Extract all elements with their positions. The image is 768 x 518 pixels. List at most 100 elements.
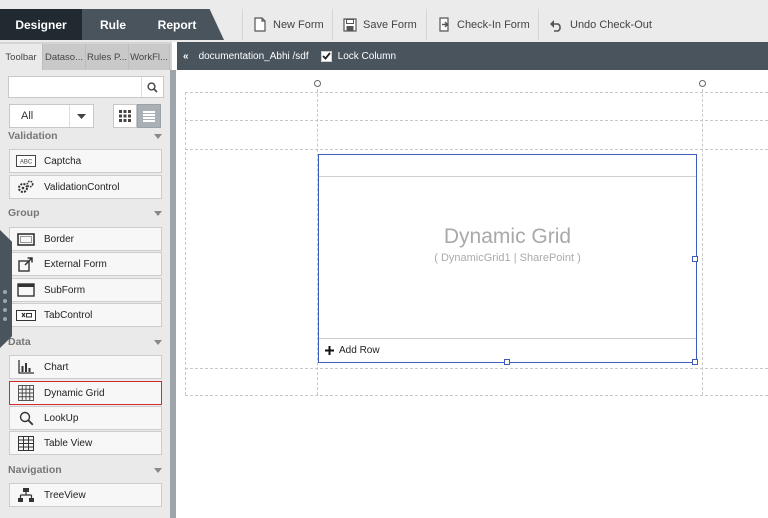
toolbox-item-dynamic-grid[interactable]: Dynamic Grid xyxy=(9,381,162,405)
search-icon xyxy=(147,81,158,93)
section-navigation-label: Navigation xyxy=(8,464,62,476)
collapse-arrow-icon xyxy=(154,210,162,216)
tab-control-icon xyxy=(16,307,36,323)
new-document-icon xyxy=(254,17,266,32)
tab-workflow[interactable]: WorkFl... xyxy=(129,44,170,70)
toolbox-item-lookup[interactable]: LookUp xyxy=(9,406,162,430)
toolbox-item-captcha[interactable]: ABC Captcha xyxy=(9,149,162,173)
toolbox-item-validation-control[interactable]: ValidationControl xyxy=(9,175,162,199)
tab-toolbar[interactable]: Toolbar xyxy=(0,44,43,70)
column-line xyxy=(185,92,186,395)
section-data[interactable]: Data xyxy=(8,334,164,350)
undo-check-out-button[interactable]: Undo Check-Out xyxy=(538,9,662,40)
tab-designer[interactable]: Designer xyxy=(0,9,82,40)
dynamic-grid-header-row xyxy=(319,155,696,177)
checkmark-icon xyxy=(322,52,331,60)
toolbox-item-tabcontrol[interactable]: TabControl xyxy=(9,303,162,327)
section-data-label: Data xyxy=(8,336,31,348)
section-navigation[interactable]: Navigation xyxy=(8,462,164,478)
category-filter-select[interactable]: All xyxy=(9,104,94,128)
row-line xyxy=(185,92,768,93)
toolbox-item-label: LookUp xyxy=(44,412,79,424)
sidebar-collapse-handle[interactable] xyxy=(0,230,12,348)
toolbox-item-label: Chart xyxy=(44,361,69,373)
row-line xyxy=(185,149,768,150)
form-designer: Designer Rule Report New Form Save Form … xyxy=(0,0,768,518)
add-row-label: Add Row xyxy=(339,345,380,356)
save-form-label: Save Form xyxy=(363,18,417,31)
grid-icon xyxy=(16,385,36,401)
captcha-icon: ABC xyxy=(16,153,36,169)
canvas-header: « documentation_Abhi /sdf Lock Column xyxy=(177,42,768,70)
save-form-button[interactable]: Save Form xyxy=(332,9,427,40)
double-chevron-left-icon[interactable]: « xyxy=(183,51,189,62)
toolbox-item-label: Dynamic Grid xyxy=(44,387,105,399)
collapse-arrow-icon xyxy=(154,339,162,345)
column-resize-handle[interactable] xyxy=(699,80,706,87)
row-line xyxy=(185,395,768,396)
tab-rule[interactable]: Rule xyxy=(82,9,144,40)
toolbox-item-border[interactable]: Border xyxy=(9,227,162,251)
search-button[interactable] xyxy=(141,77,163,97)
collapse-arrow-icon xyxy=(154,133,162,139)
subform-icon xyxy=(16,282,36,298)
section-validation[interactable]: Validation xyxy=(8,128,164,144)
border-icon xyxy=(16,231,36,247)
save-icon xyxy=(343,17,357,32)
resize-handle-right[interactable] xyxy=(692,256,698,262)
gears-icon xyxy=(16,179,36,195)
sidebar-tabs: Toolbar Dataso... Rules P... WorkFl... xyxy=(0,42,172,70)
undo-check-out-label: Undo Check-Out xyxy=(570,18,652,31)
list-view-button[interactable] xyxy=(137,104,161,128)
check-in-form-button[interactable]: Check-In Form xyxy=(426,9,540,40)
dynamic-grid-control[interactable]: Dynamic Grid ( DynamicGrid1 | SharePoint… xyxy=(318,154,698,365)
new-form-button[interactable]: New Form xyxy=(242,9,334,40)
section-group[interactable]: Group xyxy=(8,205,164,221)
toolbox-item-label: Border xyxy=(44,233,75,245)
resize-handle-bottom[interactable] xyxy=(504,359,510,365)
tab-rules-panel[interactable]: Rules P... xyxy=(86,44,129,70)
toolbox-item-label: SubForm xyxy=(44,284,86,296)
dynamic-grid-title: Dynamic Grid xyxy=(443,225,572,248)
plus-icon xyxy=(325,346,334,355)
toolbox-item-chart[interactable]: Chart xyxy=(9,355,162,379)
tab-report[interactable]: Report xyxy=(144,9,224,40)
lock-column-checkbox[interactable] xyxy=(320,50,332,62)
section-group-label: Group xyxy=(8,207,40,219)
toolbox-item-table-view[interactable]: Table View xyxy=(9,431,162,455)
undo-icon xyxy=(550,19,561,32)
toolbox-item-subform[interactable]: SubForm xyxy=(9,278,162,302)
sidebar-scrollbar[interactable] xyxy=(170,70,176,518)
toolbox-item-label: TabControl xyxy=(44,309,93,321)
check-in-icon xyxy=(439,17,449,32)
list-view-icon xyxy=(143,110,155,122)
dynamic-grid-subtitle: ( DynamicGrid1 | SharePoint ) xyxy=(434,252,581,264)
external-link-icon xyxy=(16,256,36,272)
toolbox-item-external-form[interactable]: External Form xyxy=(9,252,162,276)
magnifier-icon xyxy=(16,410,36,426)
toolbox-search-input[interactable] xyxy=(8,76,164,98)
toolbox-item-label: ValidationControl xyxy=(44,181,120,193)
toolbox-item-label: TreeView xyxy=(44,489,86,501)
new-form-label: New Form xyxy=(273,18,324,31)
toolbox-item-label: Table View xyxy=(44,437,93,449)
svg-text:ABC: ABC xyxy=(20,160,33,166)
grid-view-icon xyxy=(119,110,131,122)
top-toolbar: Designer Rule Report New Form Save Form … xyxy=(0,0,768,42)
grid-view-button[interactable] xyxy=(113,104,137,128)
table-icon xyxy=(16,435,36,451)
row-line xyxy=(185,120,768,121)
column-resize-handle[interactable] xyxy=(314,80,321,87)
form-canvas[interactable]: Dynamic Grid ( DynamicGrid1 | SharePoint… xyxy=(177,70,768,518)
resize-handle-corner[interactable] xyxy=(692,359,698,365)
chevron-down-icon[interactable] xyxy=(69,105,93,127)
lock-column-label: Lock Column xyxy=(337,50,396,62)
tab-datasource[interactable]: Dataso... xyxy=(43,44,86,70)
toolbox-item-treeview[interactable]: TreeView xyxy=(9,483,162,507)
toolbox-item-label: External Form xyxy=(44,258,107,270)
section-validation-label: Validation xyxy=(8,130,58,142)
chart-icon xyxy=(16,359,36,375)
column-line xyxy=(702,84,703,395)
tree-icon xyxy=(16,487,36,503)
check-in-form-label: Check-In Form xyxy=(457,18,530,31)
